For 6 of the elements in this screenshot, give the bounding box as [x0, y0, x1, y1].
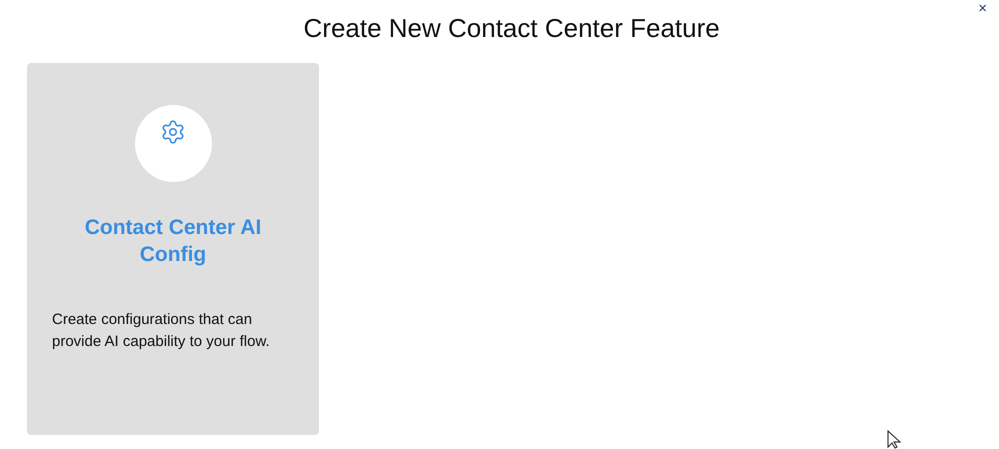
settings-icon [160, 119, 186, 145]
feature-description: Create configurations that can provide AI capability to your flow. [51, 310, 271, 352]
dialog-title: Create New Contact Center Feature [302, 12, 720, 45]
feature-card[interactable]: Contact Center AI Config Create configurations that can provide AI capability to your flow. [27, 63, 319, 435]
feature-title: Contact Center AI Config [84, 215, 262, 268]
close-button[interactable]: × [977, 1, 988, 16]
